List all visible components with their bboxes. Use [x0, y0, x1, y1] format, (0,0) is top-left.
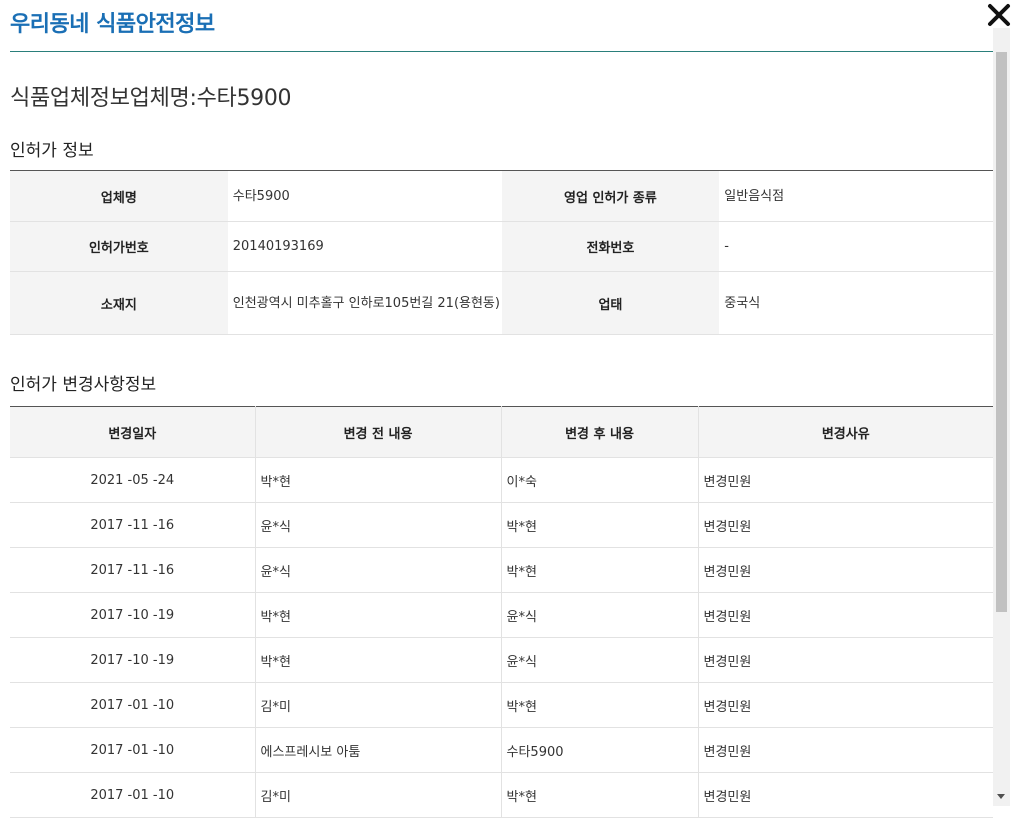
- column-header-reason: 변경사유: [698, 406, 993, 458]
- modal-content[interactable]: 식품업체정보업체명:수타5900 인허가 정보 업체명 수타5900 영업 인허…: [10, 52, 993, 818]
- cell-reason: 변경민원: [698, 727, 993, 773]
- license-info-table: 업체명 수타5900 영업 인허가 종류 일반음식점 인허가번호 2014019…: [10, 170, 993, 335]
- table-row: 소재지 인천광역시 미추홀구 인하로105번길 21(용현동) 업태 중국식: [10, 271, 993, 335]
- cell-date: 2017 -11 -16: [10, 502, 256, 548]
- table-row: 2017 -11 -16 윤*식 박*현 변경민원: [10, 502, 993, 548]
- label-address: 소재지: [10, 271, 228, 335]
- cell-after: 박*현: [501, 682, 699, 728]
- close-button[interactable]: [986, 2, 1012, 28]
- cell-reason: 변경민원: [698, 637, 993, 683]
- value-address: 인천광역시 미추홀구 인하로105번길 21(용현동): [227, 271, 502, 335]
- label-license-number: 인허가번호: [10, 221, 228, 272]
- cell-before: 박*현: [255, 457, 502, 503]
- vertical-scrollbar[interactable]: [993, 28, 1010, 806]
- modal-header: 우리동네 식품안전정보: [10, 0, 993, 52]
- cell-reason: 변경민원: [698, 772, 993, 818]
- table-row: 인허가번호 20140193169 전화번호 -: [10, 221, 993, 272]
- table-row: 2017 -01 -10 에스프레시보 아툼 수타5900 변경민원: [10, 727, 993, 773]
- table-row: 2017 -01 -10 김*미 박*현 변경민원: [10, 682, 993, 728]
- app-title: 우리동네 식품안전정보: [10, 12, 215, 37]
- modal-dialog: 우리동네 식품안전정보 식품업체정보업체명:수타5900 인허가 정보 업체명 …: [0, 0, 1020, 818]
- cell-after: 박*현: [501, 772, 699, 818]
- license-history-table: 변경일자 변경 전 내용 변경 후 내용 변경사유 2021 -05 -24 박…: [10, 406, 993, 818]
- cell-reason: 변경민원: [698, 547, 993, 593]
- table-row: 2021 -05 -24 박*현 이*숙 변경민원: [10, 457, 993, 503]
- cell-reason: 변경민원: [698, 682, 993, 728]
- cell-after: 윤*식: [501, 637, 699, 683]
- cell-before: 에스프레시보 아툼: [255, 727, 502, 773]
- table-row: 2017 -10 -19 박*현 윤*식 변경민원: [10, 592, 993, 638]
- cell-date: 2017 -01 -10: [10, 727, 256, 773]
- cell-date: 2017 -01 -10: [10, 772, 256, 818]
- cell-before: 윤*식: [255, 547, 502, 593]
- value-business-name: 수타5900: [227, 170, 502, 222]
- cell-date: 2017 -01 -10: [10, 682, 256, 728]
- cell-after: 박*현: [501, 502, 699, 548]
- table-row: 2017 -01 -10 김*미 박*현 변경민원: [10, 772, 993, 818]
- cell-before: 박*현: [255, 637, 502, 683]
- cell-after: 수타5900: [501, 727, 699, 773]
- cell-reason: 변경민원: [698, 592, 993, 638]
- cell-date: 2017 -11 -16: [10, 547, 256, 593]
- column-header-date: 변경일자: [10, 406, 256, 458]
- page-title: 식품업체정보업체명:수타5900: [10, 86, 292, 111]
- table-row: 업체명 수타5900 영업 인허가 종류 일반음식점: [10, 170, 993, 222]
- value-license-number: 20140193169: [227, 221, 502, 272]
- label-business-category: 업태: [501, 271, 720, 335]
- label-phone: 전화번호: [501, 221, 720, 272]
- cell-reason: 변경민원: [698, 502, 993, 548]
- cell-before: 김*미: [255, 772, 502, 818]
- cell-before: 윤*식: [255, 502, 502, 548]
- cell-date: 2017 -10 -19: [10, 637, 256, 683]
- value-license-type: 일반음식점: [719, 170, 993, 222]
- cell-after: 윤*식: [501, 592, 699, 638]
- column-header-after: 변경 후 내용: [501, 406, 699, 458]
- cell-date: 2021 -05 -24: [10, 457, 256, 503]
- close-icon: [988, 4, 1010, 26]
- value-business-category: 중국식: [719, 271, 993, 335]
- cell-before: 박*현: [255, 592, 502, 638]
- table-row: 2017 -10 -19 박*현 윤*식 변경민원: [10, 637, 993, 683]
- history-section-title: 인허가 변경사항정보: [10, 375, 157, 395]
- cell-reason: 변경민원: [698, 457, 993, 503]
- scroll-down-arrow-icon[interactable]: [997, 794, 1005, 799]
- table-header-row: 변경일자 변경 전 내용 변경 후 내용 변경사유: [10, 406, 993, 458]
- value-phone: -: [719, 221, 993, 272]
- cell-before: 김*미: [255, 682, 502, 728]
- cell-date: 2017 -10 -19: [10, 592, 256, 638]
- table-row: 2017 -11 -16 윤*식 박*현 변경민원: [10, 547, 993, 593]
- label-license-type: 영업 인허가 종류: [501, 170, 720, 222]
- cell-after: 박*현: [501, 547, 699, 593]
- column-header-before: 변경 전 내용: [255, 406, 502, 458]
- label-business-name: 업체명: [10, 170, 228, 222]
- license-section-title: 인허가 정보: [10, 141, 94, 161]
- scrollbar-thumb[interactable]: [996, 52, 1007, 612]
- cell-after: 이*숙: [501, 457, 699, 503]
